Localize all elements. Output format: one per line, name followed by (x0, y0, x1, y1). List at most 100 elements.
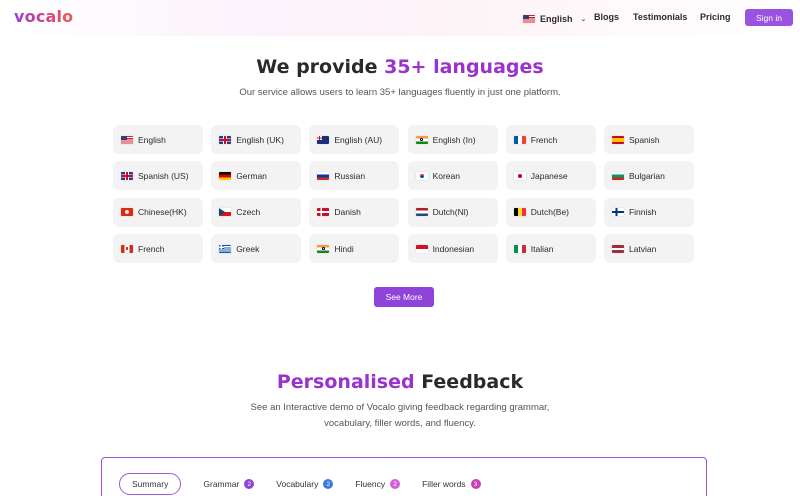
language-chip-finnish[interactable]: Finnish (603, 197, 694, 227)
tab-fluency[interactable]: Fluency 2 (355, 473, 401, 495)
language-chip-latvian[interactable]: Latvian (603, 234, 694, 264)
language-label: Dutch(Nl) (432, 207, 469, 218)
fr-flag-icon (513, 135, 526, 144)
language-chip-spanish-us[interactable]: Spanish (US) (113, 161, 203, 191)
language-label: Bulgarian (628, 170, 665, 181)
nav-pricing[interactable]: Pricing (700, 12, 731, 22)
language-label: French (530, 134, 558, 145)
au-flag-icon (317, 135, 330, 144)
language-label: Dutch(Be) (530, 207, 570, 218)
feedback-subtitle-line1: See an Interactive demo of Vocalo giving… (250, 402, 550, 413)
in-flag-icon (317, 244, 330, 253)
jp-flag-icon (513, 171, 526, 180)
feedback-subtitle-line2: vocabulary, filler words, and fluency. (324, 418, 476, 429)
tab-vocabulary[interactable]: Vocabulary 2 (276, 473, 334, 495)
language-chip-french[interactable]: French (505, 125, 596, 154)
feedback-title-accent: Personalised (276, 371, 415, 393)
hk-flag-icon (121, 208, 133, 217)
language-chip-greek[interactable]: Greek (211, 234, 302, 264)
language-chip-russian[interactable]: Russian (309, 161, 400, 191)
in-flag-icon (415, 135, 428, 144)
tab-label: Summary (132, 479, 169, 489)
language-grid: English English (UK) English (AU) Englis… (113, 125, 694, 264)
uk-flag-icon (219, 135, 232, 144)
language-label: Spanish (US) (138, 170, 189, 181)
nl-flag-icon (415, 208, 428, 217)
language-chip-spanish[interactable]: Spanish (603, 125, 694, 154)
feedback-title: Personalised Feedback (0, 371, 800, 393)
see-more-button[interactable]: See More (374, 287, 434, 307)
language-label: English (In) (432, 134, 476, 145)
language-selector[interactable]: English ⌄ (523, 12, 586, 25)
us-flag-icon (121, 135, 133, 144)
ca-flag-icon (121, 244, 133, 253)
count-badge: 2 (244, 479, 255, 489)
sign-in-button[interactable]: Sign in (745, 9, 793, 26)
id-flag-icon (415, 244, 428, 253)
kr-flag-icon (415, 171, 428, 180)
languages-title-prefix: We provide (256, 56, 385, 78)
ru-flag-icon (317, 171, 330, 180)
language-chip-dutch-nl[interactable]: Dutch(Nl) (407, 197, 498, 227)
language-chip-english-in[interactable]: English (In) (407, 125, 498, 154)
tab-grammar[interactable]: Grammar 2 (203, 473, 255, 495)
language-chip-english[interactable]: English (113, 125, 203, 154)
language-label: Italian (530, 243, 554, 254)
tab-label: Filler words (422, 479, 466, 489)
top-navbar: vocalo English ⌄ Blogs Testimonials Pric… (0, 0, 800, 36)
language-selector-label: English (540, 13, 573, 24)
language-label: Finnish (628, 207, 657, 218)
language-chip-danish[interactable]: Danish (309, 197, 400, 227)
language-label: French (138, 243, 165, 254)
count-badge: 3 (470, 479, 481, 489)
language-label: English (UK) (236, 134, 284, 145)
de-flag-icon (219, 171, 232, 180)
language-label: Danish (334, 207, 361, 218)
gr-flag-icon (219, 244, 232, 253)
be-flag-icon (513, 208, 526, 217)
language-label: Japanese (530, 170, 568, 181)
vocalo-logo[interactable]: vocalo (14, 7, 73, 26)
feedback-tabs: Summary Grammar 2 Vocabulary 2 Fluency 2… (119, 473, 503, 495)
language-chip-korean[interactable]: Korean (407, 161, 498, 191)
chevron-down-icon: ⌄ (580, 15, 587, 23)
language-chip-german[interactable]: German (211, 161, 302, 191)
language-chip-hindi[interactable]: Hindi (309, 234, 400, 264)
language-label: English (138, 134, 166, 145)
fi-flag-icon (611, 208, 624, 217)
language-chip-english-uk[interactable]: English (UK) (211, 125, 302, 154)
language-chip-italian[interactable]: Italian (505, 234, 596, 264)
feedback-demo-panel: Summary Grammar 2 Vocabulary 2 Fluency 2… (101, 457, 707, 496)
uk-flag-icon (121, 171, 133, 180)
language-label: Korean (432, 170, 460, 181)
language-chip-chinese-hk[interactable]: Chinese(HK) (113, 197, 203, 227)
language-label: English (AU) (334, 134, 383, 145)
bg-flag-icon (611, 171, 624, 180)
language-chip-bulgarian[interactable]: Bulgarian (603, 161, 694, 191)
language-chip-japanese[interactable]: Japanese (505, 161, 596, 191)
feedback-title-rest: Feedback (414, 371, 524, 393)
language-label: Spanish (628, 134, 660, 145)
language-chip-french-ca[interactable]: French (113, 234, 203, 264)
language-label: Indonesian (432, 243, 475, 254)
count-badge: 2 (323, 479, 334, 489)
language-chip-english-au[interactable]: English (AU) (309, 125, 400, 154)
language-chip-dutch-be[interactable]: Dutch(Be) (505, 197, 596, 227)
count-badge: 2 (390, 479, 401, 489)
tab-summary[interactable]: Summary (119, 473, 182, 495)
nav-testimonials[interactable]: Testimonials (633, 12, 687, 22)
languages-title: We provide 35+ languages (0, 56, 800, 78)
language-label: Latvian (628, 243, 657, 254)
language-label: Russian (334, 170, 366, 181)
nav-blogs[interactable]: Blogs (594, 12, 619, 22)
languages-subtitle: Our service allows users to learn 35+ la… (239, 87, 561, 98)
it-flag-icon (513, 244, 526, 253)
tab-label: Fluency (355, 479, 386, 489)
language-chip-czech[interactable]: Czech (211, 197, 302, 227)
languages-title-accent: 35+ languages (384, 56, 544, 78)
es-flag-icon (611, 135, 624, 144)
tab-filler-words[interactable]: Filler words 3 (422, 473, 481, 495)
language-label: Greek (236, 243, 260, 254)
language-label: Czech (236, 207, 261, 218)
language-chip-indonesian[interactable]: Indonesian (407, 234, 498, 264)
